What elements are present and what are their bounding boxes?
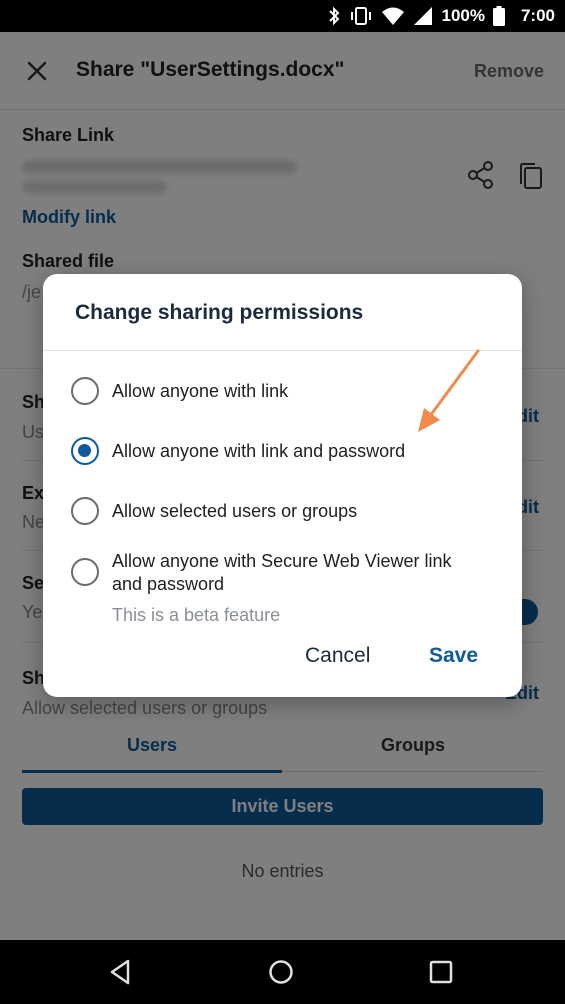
annotation-arrow: [418, 349, 480, 432]
system-nav-bar: [0, 940, 565, 1004]
nav-back-icon[interactable]: [106, 957, 134, 987]
nav-home-icon[interactable]: [267, 957, 295, 987]
nav-recents-icon[interactable]: [428, 959, 454, 985]
